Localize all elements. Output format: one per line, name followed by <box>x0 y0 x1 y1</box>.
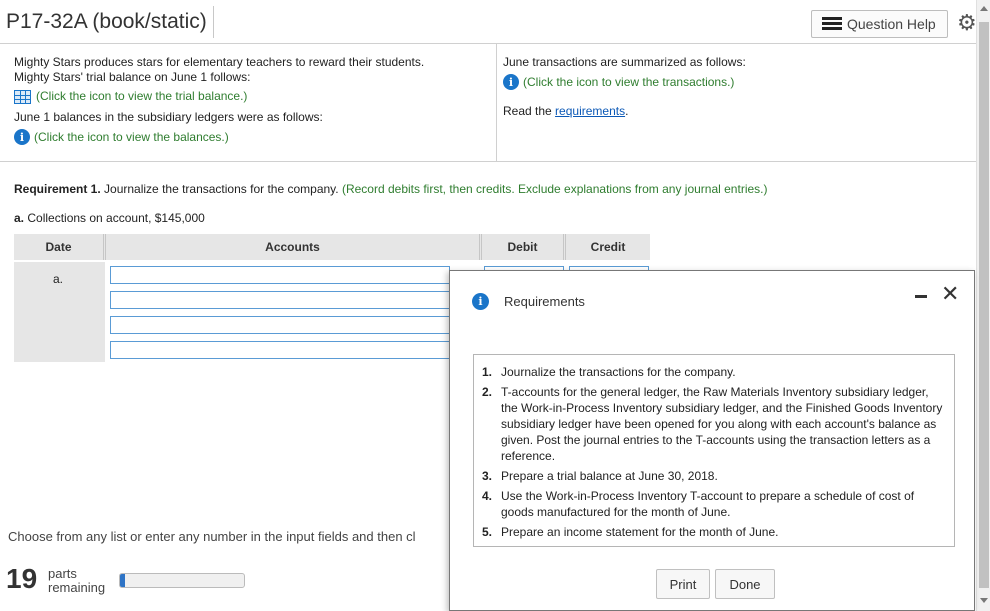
requirement-item: 2. T-accounts for the general ledger, the… <box>482 384 946 464</box>
requirement-item: 4. Use the Work-in-Process Inventory T-ac… <box>482 488 946 520</box>
requirement-text: Journalize the transactions for the comp… <box>100 182 342 196</box>
instruction-note: Choose from any list or enter any number… <box>8 529 416 544</box>
horizontal-divider <box>0 161 976 162</box>
requirement-text: Prepare a trial balance at June 30, 2018… <box>501 469 718 483</box>
requirement-text: Prepare an income statement for the mont… <box>501 525 779 539</box>
balances-intro: June 1 balances in the subsidiary ledger… <box>14 110 323 124</box>
intro-line-1: Mighty Stars produces stars for elementa… <box>14 55 425 69</box>
requirement-item: 3. Prepare a trial balance at June 30, 20… <box>482 468 946 484</box>
sub-question-a: a. Collections on account, $145,000 <box>14 211 205 225</box>
dialog-title: Requirements <box>504 294 585 309</box>
row-label-a: a. <box>53 272 64 286</box>
read-the-text: Read the <box>503 104 552 118</box>
question-help-label: Question Help <box>847 16 936 32</box>
question-help-button[interactable]: Question Help <box>811 10 948 38</box>
requirement-number: 2. <box>482 385 493 399</box>
requirement-instruction: (Record debits first, then credits. Excl… <box>341 182 768 196</box>
problem-info: Mighty Stars produces stars for elementa… <box>14 55 494 145</box>
requirement-text: Journalize the transactions for the comp… <box>501 365 736 379</box>
requirement-number: 4. <box>482 489 493 503</box>
vertical-divider <box>496 44 497 161</box>
info-icon[interactable]: i <box>503 74 519 90</box>
balances-link-row[interactable]: i (Click the icon to view the balances.) <box>14 129 494 145</box>
balances-link[interactable]: (Click the icon to view the balances.) <box>34 130 229 145</box>
print-button[interactable]: Print <box>656 569 710 599</box>
requirement-1: Requirement 1. Journalize the transactio… <box>14 182 767 196</box>
intro-line-2: Mighty Stars' trial balance on June 1 fo… <box>14 70 251 84</box>
requirement-number: 3. <box>482 469 493 483</box>
scroll-thumb[interactable] <box>979 22 989 588</box>
scrollbar[interactable] <box>976 0 990 611</box>
column-header-accounts: Accounts <box>106 234 482 260</box>
parts-remaining-count: 19 <box>6 563 38 594</box>
scroll-down-icon[interactable] <box>980 598 988 603</box>
requirements-dialog: i Requirements ✕ 1. Journalize the transa… <box>449 270 975 611</box>
remaining-word: remaining <box>48 580 106 595</box>
period-text: . <box>625 104 629 118</box>
parts-word: parts <box>48 566 77 581</box>
account-input[interactable] <box>110 341 450 359</box>
close-icon[interactable]: ✕ <box>941 282 959 306</box>
gear-icon[interactable]: ⚙ <box>957 12 977 34</box>
trial-balance-link[interactable]: (Click the icon to view the trial balanc… <box>36 89 247 104</box>
scroll-up-icon[interactable] <box>980 6 988 11</box>
account-input[interactable] <box>110 266 450 284</box>
account-input[interactable] <box>110 291 450 309</box>
progress-fill <box>120 574 125 587</box>
transactions-link-row[interactable]: i (Click the icon to view the transactio… <box>503 74 963 90</box>
requirement-item: 1. Journalize the transactions for the co… <box>482 364 946 380</box>
requirement-text: Use the Work-in-Process Inventory T-acco… <box>501 489 915 519</box>
requirements-link[interactable]: requirements <box>555 104 625 118</box>
table-icon[interactable] <box>14 89 31 104</box>
list-icon <box>822 17 842 31</box>
progress-bar <box>119 573 245 588</box>
column-header-credit: Credit <box>566 234 650 260</box>
requirements-list: 1. Journalize the transactions for the co… <box>473 354 955 547</box>
done-button[interactable]: Done <box>715 569 775 599</box>
column-header-debit: Debit <box>482 234 566 260</box>
page-title: P17-32A (book/static) <box>0 6 214 38</box>
dialog-header: i Requirements ✕ <box>450 271 974 331</box>
account-input[interactable] <box>110 316 450 334</box>
parts-remaining-label: parts remaining <box>48 567 105 595</box>
transactions-info: June transactions are summarized as foll… <box>503 55 963 119</box>
transactions-link[interactable]: (Click the icon to view the transactions… <box>523 75 734 90</box>
requirement-item: 5. Prepare an income statement for the mo… <box>482 524 946 540</box>
minimize-icon[interactable] <box>915 295 927 298</box>
sub-question-label: a. <box>14 211 25 225</box>
transactions-intro: June transactions are summarized as foll… <box>503 55 746 69</box>
column-header-date: Date <box>14 234 106 260</box>
requirement-text: T-accounts for the general ledger, the R… <box>501 385 943 463</box>
info-icon[interactable]: i <box>14 129 30 145</box>
header: P17-32A (book/static) Question Help ⚙ <box>0 0 977 44</box>
requirement-number: 1. <box>482 365 493 379</box>
info-icon: i <box>472 293 489 310</box>
read-requirements-line: Read the requirements. <box>503 104 963 119</box>
requirement-number: 5. <box>482 525 493 539</box>
sub-question-text: Collections on account, $145,000 <box>24 211 205 225</box>
trial-balance-link-row[interactable]: (Click the icon to view the trial balanc… <box>14 89 494 104</box>
requirement-label: Requirement 1. <box>14 182 101 196</box>
